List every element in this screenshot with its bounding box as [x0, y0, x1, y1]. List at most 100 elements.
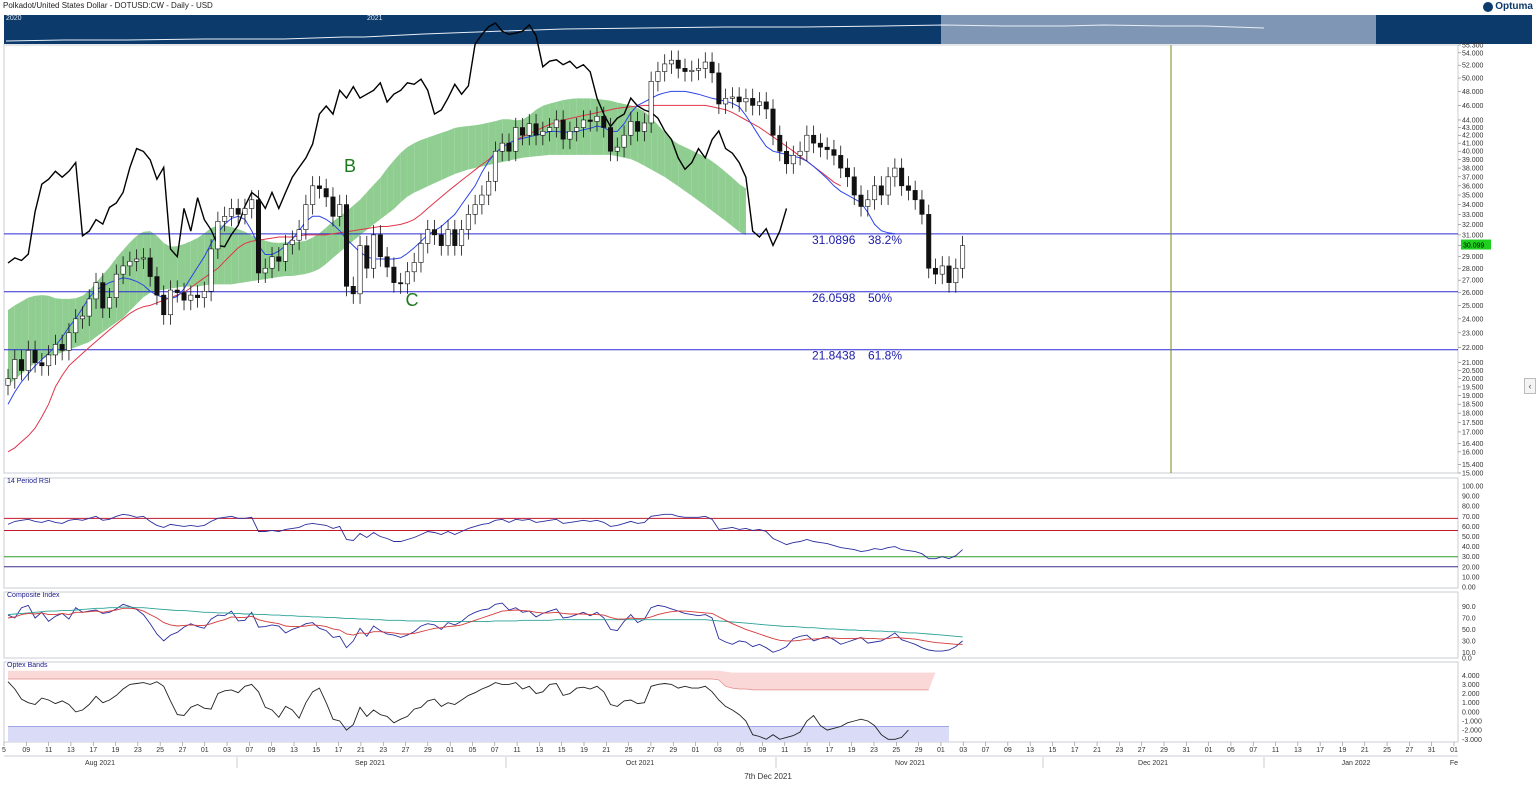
x-axis-tick-label: 29	[424, 747, 432, 754]
x-axis-tick-label: 15	[558, 747, 566, 754]
candle-body	[93, 282, 99, 300]
y-axis-tick-label: 18.500	[1462, 402, 1484, 409]
optex-axis-label: 3.000	[1462, 682, 1480, 689]
candle-body	[161, 294, 167, 316]
y-axis-tick-label: 46.000	[1462, 103, 1484, 110]
candle-body	[560, 119, 566, 140]
candle-body	[811, 134, 817, 144]
kumo-cloud-segment	[292, 241, 300, 276]
x-axis-tick-label: 03	[714, 747, 722, 754]
candle-body	[682, 68, 688, 72]
candle-body	[655, 71, 661, 82]
x-axis-tick-label: 07	[245, 747, 253, 754]
x-axis-tick-label: 03	[959, 747, 967, 754]
candle-body	[716, 72, 722, 105]
y-axis-tick-label: 27.000	[1462, 278, 1484, 285]
x-axis-tick-label: 01	[446, 747, 454, 754]
candle-body	[459, 229, 465, 246]
candle-body	[357, 245, 363, 295]
kumo-cloud-segment	[448, 127, 455, 178]
candle-body	[12, 359, 18, 379]
candle-body	[865, 199, 871, 207]
candle-body	[797, 150, 803, 156]
candle-body	[932, 267, 938, 275]
candle-body	[885, 176, 891, 196]
y-axis-tick-label: 25.000	[1462, 303, 1484, 310]
candle-body	[743, 98, 749, 103]
kumo-cloud-segment	[190, 238, 198, 287]
candle-body	[208, 248, 214, 292]
candle-body	[723, 98, 729, 105]
rsi-line	[7, 513, 963, 560]
candle-body	[323, 188, 329, 198]
candle-body	[330, 196, 336, 217]
x-axis-tick-label: 29	[1160, 747, 1168, 754]
candle-body	[201, 291, 207, 298]
x-axis-tick-label: 25	[1383, 747, 1391, 754]
y-axis-tick-label: 22.000	[1462, 345, 1484, 352]
collapse-panel-button[interactable]: ‹	[1524, 378, 1536, 394]
fibonacci-price-label: 31.0896	[812, 233, 856, 247]
candle-body	[844, 167, 850, 178]
y-axis-tick-label: 19.000	[1462, 393, 1484, 400]
x-axis-tick-label: 11	[781, 747, 788, 754]
y-axis-tick-label: 40.000	[1462, 149, 1484, 156]
kumo-cloud-segment	[637, 107, 645, 166]
x-axis-tick-label: 17	[89, 747, 97, 754]
kumo-cloud-segment	[698, 153, 706, 206]
candle-body	[696, 68, 702, 71]
y-axis-tick-label: 24.000	[1462, 316, 1484, 323]
candle-body	[465, 214, 471, 230]
candle-body	[763, 101, 769, 110]
x-axis-tick-label: 19	[112, 747, 120, 754]
candle-body	[222, 216, 228, 222]
candle-body	[404, 271, 410, 285]
x-axis-tick-label: 21	[602, 747, 610, 754]
candle-body	[533, 123, 539, 136]
candle-body	[127, 260, 133, 267]
wave-label: B	[344, 156, 356, 176]
panel-frame	[3, 591, 1459, 659]
kumo-cloud-segment	[718, 166, 726, 222]
kumo-cloud-segment	[299, 240, 306, 275]
kumo-cloud-segment	[231, 227, 239, 285]
candle-body	[587, 119, 593, 122]
y-axis-tick-label: 35.000	[1462, 193, 1484, 200]
candle-body	[492, 150, 498, 182]
wave-label: C	[406, 290, 419, 310]
y-axis-tick-label: 15.000	[1462, 471, 1484, 478]
kumo-cloud-segment	[685, 147, 692, 196]
kumo-cloud-segment	[569, 98, 577, 155]
y-axis-tick-label: 43.000	[1462, 125, 1484, 132]
candle-body	[838, 155, 844, 169]
candle-body	[540, 131, 546, 136]
x-axis-tick-label: 09	[268, 747, 276, 754]
candle-body	[134, 258, 140, 262]
month-label: Jan 2022	[1342, 760, 1371, 767]
x-axis-tick-label: 31	[1182, 747, 1190, 754]
x-axis-tick-label: 17	[825, 747, 833, 754]
candle-body	[831, 149, 837, 156]
kumo-cloud-segment	[664, 132, 672, 182]
x-axis-tick-label: 21	[1361, 747, 1369, 754]
chart-canvas[interactable]: 31.0896 38.2% 26.0598 50% 21.8438 61.8% B C 55.3…	[0, 0, 1536, 788]
candle-body	[25, 350, 31, 371]
y-axis-tick-label: 21.000	[1462, 360, 1484, 367]
y-axis-tick-label: 31.000	[1462, 232, 1484, 239]
candle-body	[249, 199, 255, 209]
candle-body	[19, 359, 25, 371]
candle-body	[113, 273, 119, 298]
candle-body	[235, 208, 241, 215]
candle-body	[919, 199, 925, 215]
candle-body	[926, 214, 932, 269]
x-axis-tick-label: 13	[1294, 747, 1302, 754]
x-axis-tick-label: 25	[892, 747, 900, 754]
candle-body	[343, 204, 349, 287]
y-axis-tick-label: 20.000	[1462, 376, 1484, 383]
candle-body	[364, 245, 370, 269]
y-axis-tick-label: 16.400	[1462, 441, 1484, 448]
y-axis-tick-label: 50.000	[1462, 76, 1484, 83]
candle-body	[641, 122, 647, 132]
candle-body	[283, 244, 289, 262]
rsi-panel-title: 14 Period RSI	[7, 478, 51, 485]
